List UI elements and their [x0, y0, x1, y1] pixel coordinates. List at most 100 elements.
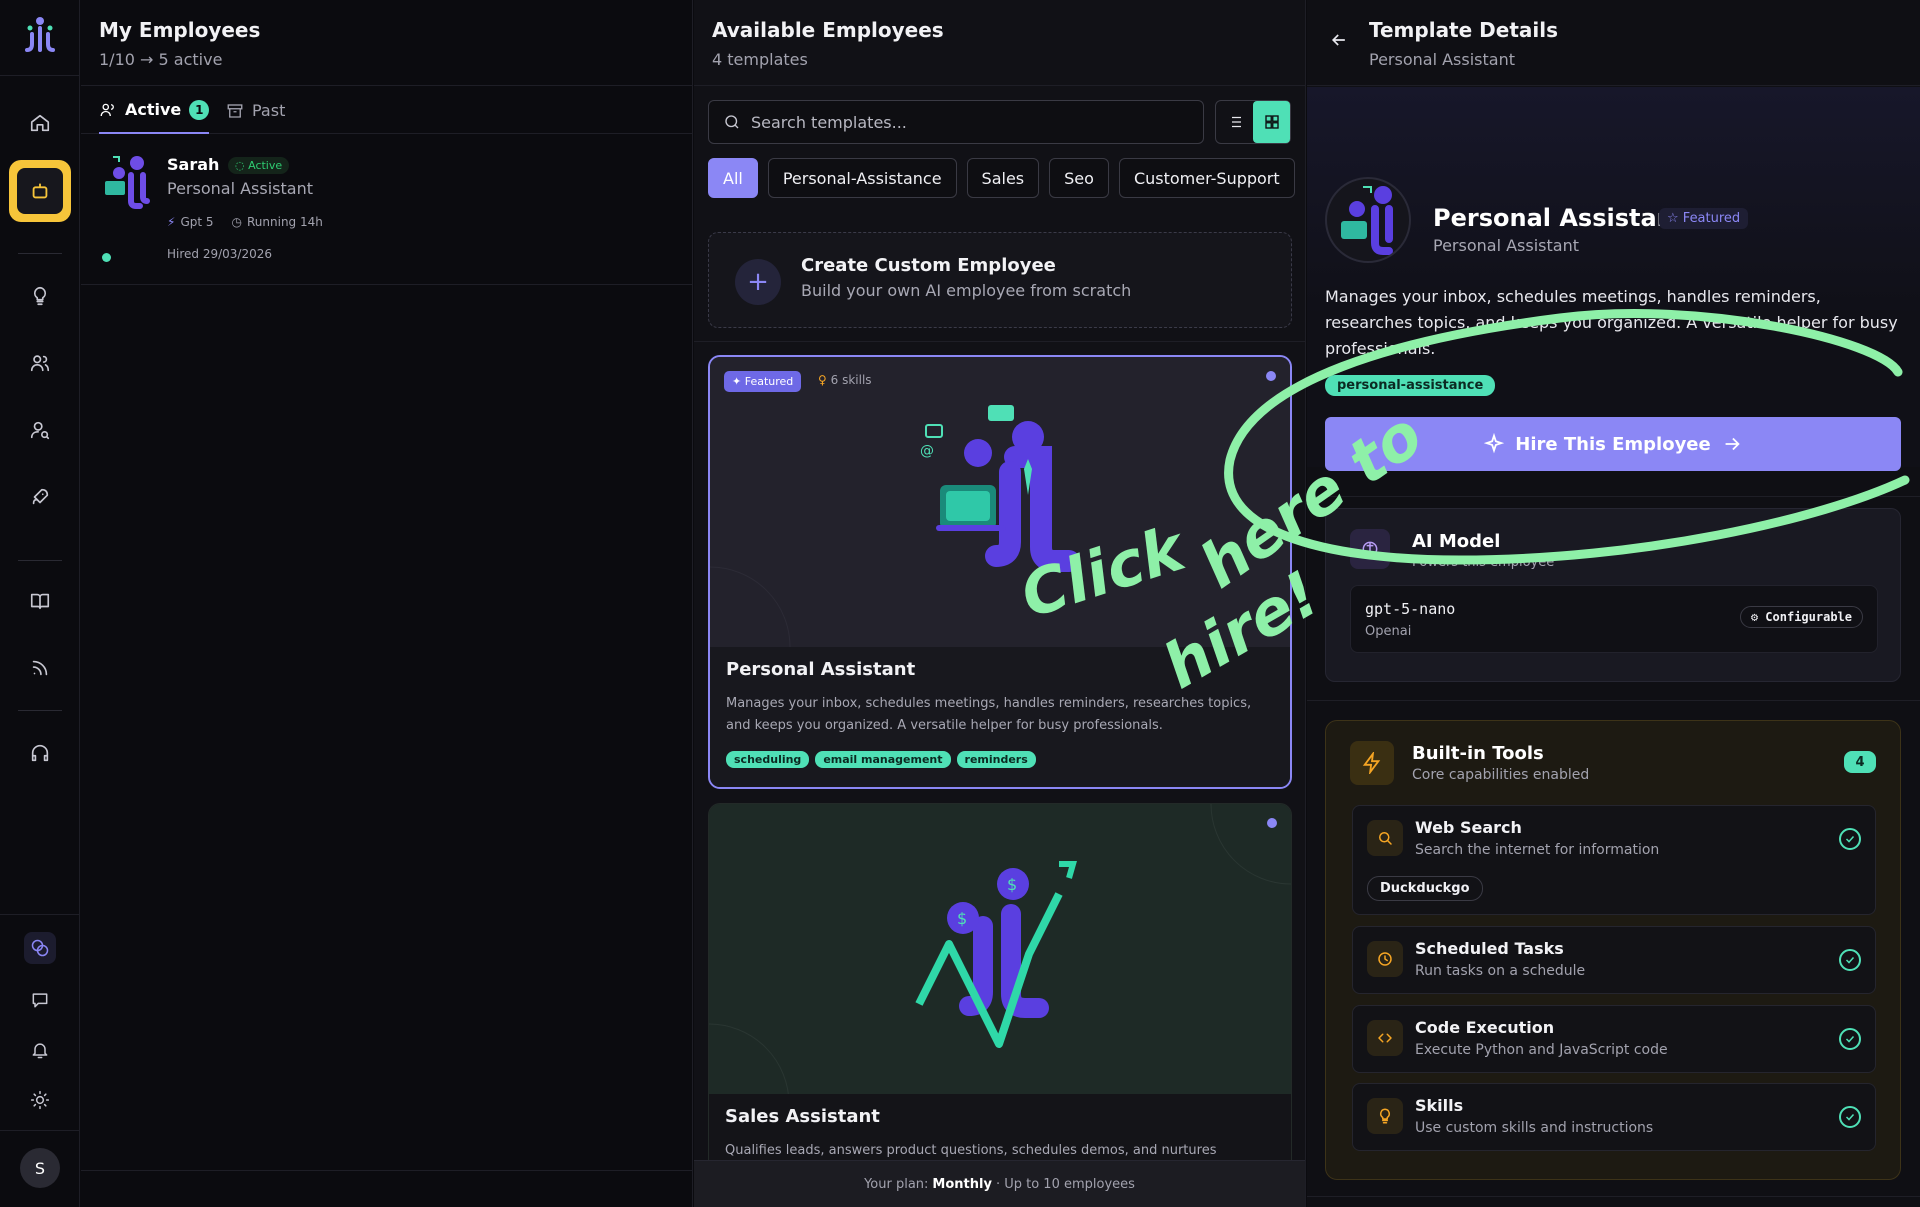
tab-active[interactable]: Active 1: [99, 87, 210, 134]
tag: reminders: [956, 751, 1036, 768]
panel-header: My Employees 1/10 → 5 active: [81, 0, 692, 86]
tools-subtitle: Core capabilities enabled: [1412, 767, 1590, 783]
check-icon: [1839, 828, 1861, 850]
svg-text:$: $: [1007, 875, 1017, 894]
category-filters: All Personal-Assistance Sales Seo Custom…: [708, 158, 1295, 198]
users-icon[interactable]: [21, 344, 59, 382]
tool-code-execution[interactable]: Code Execution Execute Python and JavaSc…: [1352, 1005, 1876, 1073]
tool-description: Run tasks on a schedule: [1415, 963, 1586, 979]
rss-icon[interactable]: [21, 649, 59, 687]
list-icon: [1228, 116, 1241, 128]
rail-divider: [0, 75, 80, 76]
rocket-icon[interactable]: [21, 478, 59, 516]
hire-employee-button[interactable]: Hire This Employee: [1325, 417, 1901, 471]
bell-icon[interactable]: [24, 1034, 56, 1066]
user-search-icon[interactable]: [21, 411, 59, 449]
back-button[interactable]: [1329, 30, 1355, 56]
available-employees-panel: Available Employees 4 templates All Pers…: [694, 0, 1306, 1207]
message-icon[interactable]: [24, 984, 56, 1016]
search-box: [708, 100, 1204, 144]
grid-icon: [1264, 115, 1279, 129]
employee-meta: ⚡ Gpt 5 ◷ Running 14h: [167, 215, 323, 229]
panel-subtitle: 1/10 → 5 active: [99, 50, 223, 69]
create-custom-employee-button[interactable]: + Create Custom Employee Build your own …: [708, 232, 1292, 328]
archive-icon: [227, 103, 243, 118]
card-indicator-dot: [1266, 371, 1276, 381]
tool-description: Execute Python and JavaScript code: [1415, 1042, 1668, 1058]
skills-label: 6 skills: [830, 373, 872, 387]
featured-badge: ✦ Featured: [724, 371, 802, 392]
tab-label: Active: [125, 100, 182, 119]
running-meta: ◷ Running 14h: [232, 215, 323, 229]
model-meta: ⚡ Gpt 5: [167, 215, 214, 229]
plan-suffix: · Up to 10 employees: [995, 1176, 1135, 1192]
clock-icon: [1367, 941, 1403, 977]
decor-arc: [710, 566, 791, 647]
decor-arc: [1210, 804, 1291, 885]
filter-chip[interactable]: Customer-Support: [1118, 158, 1295, 198]
code-icon: [1367, 1020, 1403, 1056]
tool-scheduled-tasks[interactable]: Scheduled Tasks Run tasks on a schedule: [1352, 926, 1876, 994]
ai-model-title: AI Model: [1412, 531, 1501, 552]
filter-chip-all[interactable]: All: [708, 158, 758, 198]
plan-prefix: Your plan:: [864, 1176, 929, 1192]
app-logo-icon[interactable]: [18, 14, 62, 58]
filter-chip[interactable]: Personal-Assistance: [767, 158, 957, 198]
rail-separator: [18, 560, 62, 561]
bot-icon: [32, 183, 48, 199]
tool-skills[interactable]: Skills Use custom skills and instruction…: [1352, 1083, 1876, 1151]
tool-name: Skills: [1415, 1096, 1464, 1115]
card-title: Personal Assistant: [726, 659, 916, 680]
clock-icon: ◷: [231, 215, 242, 229]
employee-avatar: [105, 156, 150, 209]
search-input[interactable]: [751, 112, 1171, 132]
arrow-right-icon: [1725, 437, 1740, 451]
hired-date: Hired 29/03/2026: [167, 247, 273, 261]
headphones-icon[interactable]: [21, 734, 59, 772]
filter-chip[interactable]: Seo: [1049, 158, 1109, 198]
tool-name: Code Execution: [1415, 1018, 1555, 1037]
panel-divider: [1307, 700, 1920, 701]
featured-label: Featured: [1682, 211, 1741, 226]
hire-label: Hire This Employee: [1515, 433, 1711, 455]
template-role: Personal Assistant: [1433, 236, 1579, 255]
model-provider: Openai: [1365, 624, 1412, 639]
tool-name: Web Search: [1415, 818, 1522, 837]
model-row[interactable]: gpt-5-nano Openai ⚙ Configurable: [1350, 585, 1878, 653]
rail-divider: [0, 1130, 80, 1131]
employee-card[interactable]: Sarah ◌ Active Personal Assistant ⚡ Gpt 5…: [81, 135, 692, 285]
employees-nav-button[interactable]: [9, 160, 71, 222]
tools-title: Built-in Tools: [1412, 743, 1544, 764]
template-name: Personal Assistant: [1433, 204, 1686, 232]
list-view-button[interactable]: [1216, 101, 1253, 143]
zap-icon: ⚡: [167, 215, 176, 229]
tool-web-search[interactable]: Web Search Search the internet for infor…: [1352, 805, 1876, 915]
home-icon[interactable]: [21, 104, 59, 142]
status-badge: ◌ Active: [228, 157, 290, 174]
plan-bar: Your plan: Monthly · Up to 10 employees: [694, 1160, 1305, 1207]
details-hero: [1307, 87, 1920, 467]
decor-arc: [709, 1023, 790, 1104]
skills-count: ♀ 6 skills: [818, 373, 872, 387]
search-icon: [725, 115, 739, 129]
template-card-sales-assistant[interactable]: $ $ Sales Assistant Qualifies leads, ans…: [708, 803, 1292, 1207]
provider-chip: Duckduckgo: [1367, 876, 1483, 901]
lightbulb-icon[interactable]: [21, 277, 59, 315]
template-card-personal-assistant[interactable]: ✦ Featured ♀ 6 skills @ Personal Assista…: [708, 355, 1292, 789]
filter-chip[interactable]: Sales: [966, 158, 1040, 198]
card-hero: ✦ Featured ♀ 6 skills @: [710, 357, 1290, 647]
my-employees-panel: My Employees 1/10 → 5 active Active 1 Pa…: [81, 0, 693, 1207]
tab-past[interactable]: Past: [226, 87, 285, 134]
tool-description: Search the internet for information: [1415, 842, 1660, 858]
coins-icon[interactable]: [24, 932, 56, 964]
card-body: Personal Assistant Manages your inbox, s…: [710, 647, 1290, 787]
sun-icon[interactable]: [24, 1084, 56, 1116]
grid-view-button[interactable]: [1253, 101, 1290, 143]
create-title: Create Custom Employee: [801, 255, 1056, 276]
brain-icon: [1350, 529, 1390, 569]
panel-header: Available Employees 4 templates: [694, 0, 1305, 86]
user-avatar[interactable]: S: [20, 1148, 60, 1188]
featured-label: Featured: [744, 375, 794, 388]
tool-description: Use custom skills and instructions: [1415, 1120, 1654, 1136]
book-icon[interactable]: [21, 582, 59, 620]
